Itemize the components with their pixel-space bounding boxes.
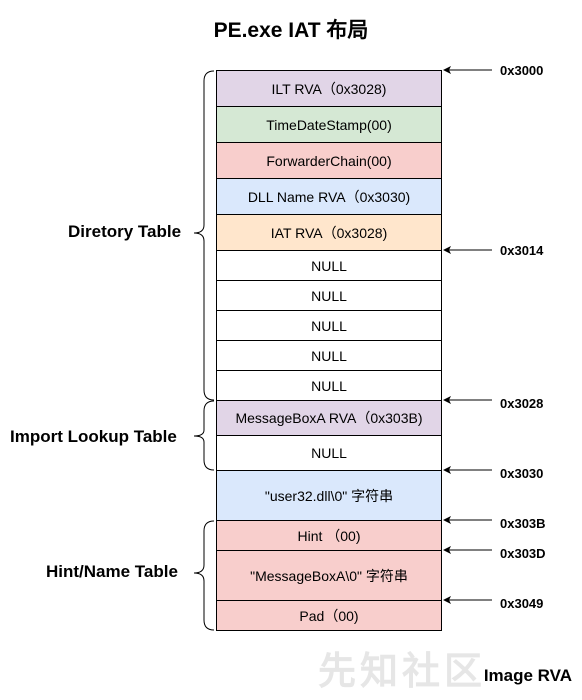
brace-directory-table [193, 70, 215, 401]
footer-label: Image RVA [483, 666, 572, 685]
connectors-overlay [193, 66, 492, 631]
watermark: 先知社区 [318, 651, 487, 693]
brace-hint-name-table [193, 520, 215, 631]
brace-import-lookup-table [193, 400, 215, 471]
